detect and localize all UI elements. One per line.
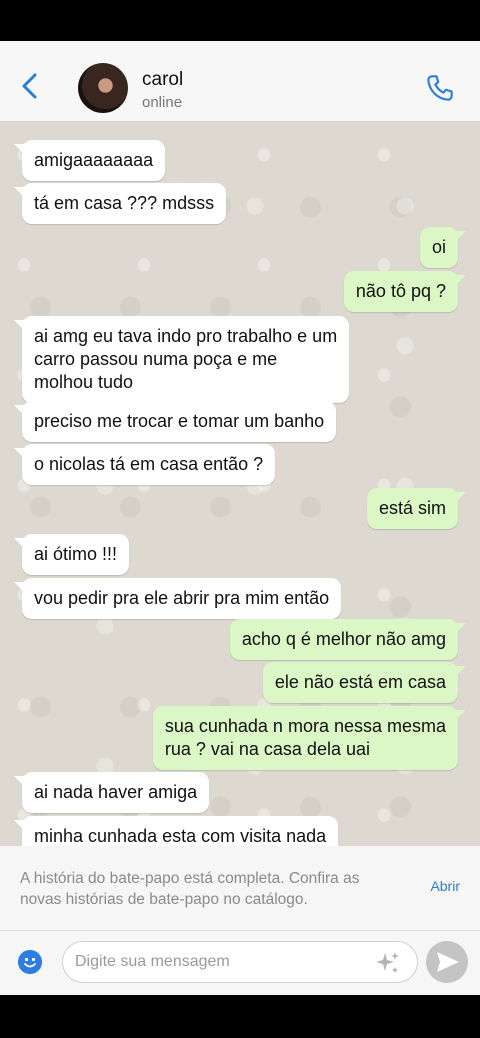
message-outgoing: oi <box>419 227 467 268</box>
message-incoming: ai ótimo !!! <box>13 534 130 575</box>
chat-header: carol online <box>0 41 480 122</box>
chat-history-notice: A história do bate-papo está completa. C… <box>0 846 480 930</box>
message-outgoing: ele não está em casa <box>262 662 467 703</box>
message-incoming: preciso me trocar e tomar um banho <box>13 401 337 442</box>
send-icon[interactable] <box>426 941 468 983</box>
phone-icon[interactable] <box>426 74 454 102</box>
message-outgoing: está sim <box>366 488 467 529</box>
chevron-left-icon[interactable] <box>18 71 42 101</box>
message-incoming: o nicolas tá em casa então ? <box>13 444 276 485</box>
message-incoming: ai amg eu tava indo pro trabalho e um ca… <box>13 316 350 403</box>
message-incoming: vou pedir pra ele abrir pra mim então <box>13 578 342 619</box>
message-input-placeholder: Digite sua mensagem <box>75 953 230 970</box>
avatar[interactable] <box>78 63 128 113</box>
message-input-bar: Digite sua mensagem <box>0 930 480 995</box>
message-outgoing: não tô pq ? <box>343 271 467 312</box>
message-outgoing: sua cunhada n mora nessa mesma rua ? vai… <box>152 706 467 770</box>
message-outgoing: acho q é melhor não amg <box>229 619 467 660</box>
message-incoming: ai nada haver amiga <box>13 772 210 813</box>
emoji-icon[interactable] <box>18 950 42 974</box>
message-incoming: tá em casa ??? mdsss <box>13 183 227 224</box>
contact-name[interactable]: carol <box>142 69 183 91</box>
contact-status: online <box>142 94 183 111</box>
sparkle-icon[interactable] <box>375 950 401 976</box>
notice-text: A história do bate-papo está completa. C… <box>20 870 360 908</box>
message-incoming: amigaaaaaaaa <box>13 140 166 181</box>
message-list[interactable]: amigaaaaaaaa tá em casa ??? mdsss oi não… <box>0 122 480 857</box>
open-catalog-link[interactable]: Abrir <box>430 878 460 894</box>
chat-screen: carol online amigaaaaaaaa tá em casa ???… <box>0 41 480 995</box>
message-input[interactable]: Digite sua mensagem <box>62 941 418 983</box>
